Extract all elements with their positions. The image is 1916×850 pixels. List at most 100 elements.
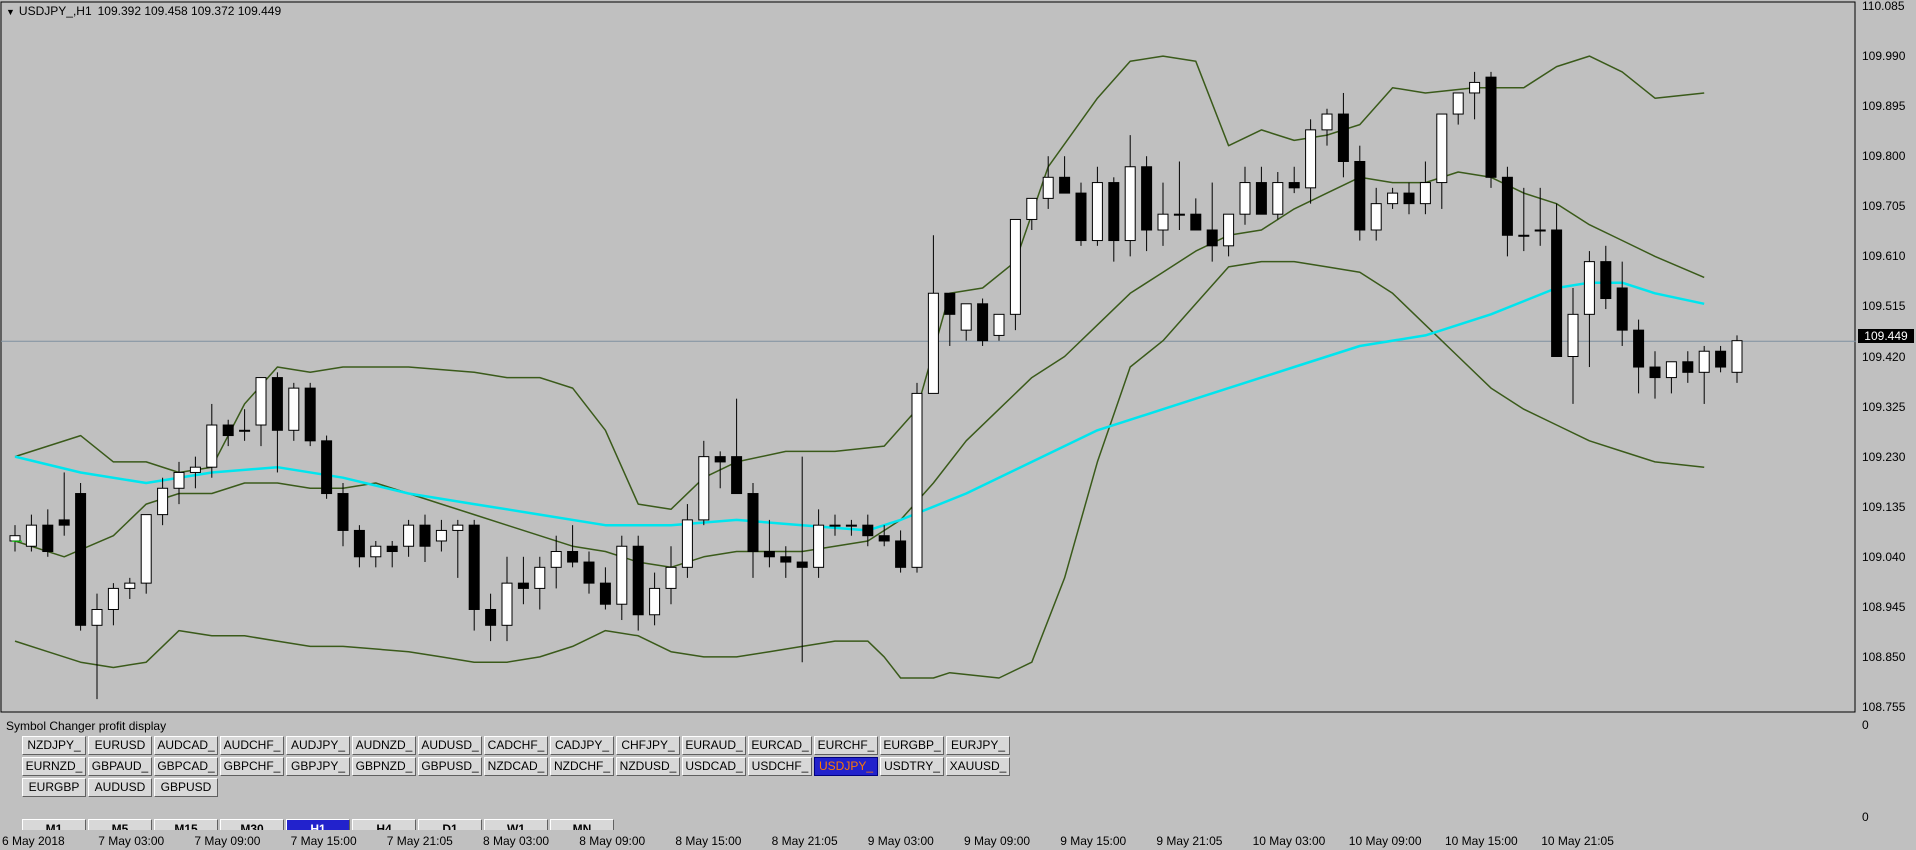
bull-candle — [1124, 166, 1136, 242]
symbol-button-audnzd[interactable]: AUDNZD_ — [352, 736, 416, 755]
symbol-button-gbpusd[interactable]: GBPUSD — [154, 778, 218, 797]
timeframe-button-h1[interactable]: H1 — [286, 819, 350, 830]
bull-candle — [370, 545, 382, 558]
chart-title: ▼ USDJPY_,H1 109.392 109.458 109.372 109.4… — [6, 4, 281, 18]
symbol-button-gbpjpy[interactable]: GBPJPY_ — [286, 757, 350, 776]
bear-candle — [419, 524, 431, 547]
bear-candle — [1354, 160, 1366, 231]
bull-candle — [1239, 182, 1251, 215]
symbol-button-gbpusd[interactable]: GBPUSD_ — [418, 757, 482, 776]
bull-candle — [616, 545, 628, 605]
symbol-button-audcad[interactable]: AUDCAD_ — [154, 736, 218, 755]
bull-candle — [9, 535, 21, 542]
time-tick-label: 9 May 09:00 — [964, 834, 1031, 848]
bear-candle — [42, 524, 54, 553]
timeframe-button-m15[interactable]: M15 — [154, 819, 218, 830]
price-tick-label: 109.420 — [1862, 349, 1906, 364]
symbol-changer-panel: Symbol Changer profit display NZDJPY_ EUR… — [0, 716, 1856, 830]
bear-candle — [714, 456, 726, 463]
time-tick-label: 7 May 15:00 — [290, 834, 357, 848]
symbol-button-usdchf[interactable]: USDCHF_ — [748, 757, 812, 776]
bear-candle — [1682, 361, 1694, 373]
time-tick-label: 8 May 21:05 — [771, 834, 838, 848]
bear-candle — [485, 608, 497, 626]
price-chart[interactable]: ▼ USDJPY_,H1 109.392 109.458 109.372 109.4… — [0, 0, 1916, 714]
symbol-button-usdtry[interactable]: USDTRY_ — [880, 757, 944, 776]
timeframe-button-m5[interactable]: M5 — [88, 819, 152, 830]
symbol-button-eurusd[interactable]: EURUSD — [88, 736, 152, 755]
symbol-button-audjpy[interactable]: AUDJPY_ — [286, 736, 350, 755]
bull-candle — [239, 429, 251, 432]
bear-candle — [567, 551, 579, 563]
symbol-button-eurchf[interactable]: EURCHF_ — [814, 736, 878, 755]
bull-candle — [288, 387, 300, 431]
timeframe-button-d1[interactable]: D1 — [418, 819, 482, 830]
bear-candle — [944, 292, 956, 315]
bull-candle — [1567, 313, 1579, 358]
symbol-button-gbpchf[interactable]: GBPCHF_ — [220, 757, 284, 776]
timeframe-button-m30[interactable]: M30 — [220, 819, 284, 830]
time-tick-label: 7 May 03:00 — [98, 834, 165, 848]
timeframe-button-m1[interactable]: M1 — [22, 819, 86, 830]
symbol-button-gbpnzd[interactable]: GBPNZD_ — [352, 757, 416, 776]
timeframe-button-h4[interactable]: H4 — [352, 819, 416, 830]
bear-candle — [796, 561, 808, 568]
bull-candle — [1042, 176, 1054, 199]
symbol-button-nzdchf[interactable]: NZDCHF_ — [550, 757, 614, 776]
bull-candle — [1698, 350, 1710, 373]
chart-canvas[interactable] — [0, 0, 1916, 714]
symbol-button-xauusd[interactable]: XAUUSD_ — [946, 757, 1010, 776]
bull-candle — [435, 529, 447, 542]
bear-candle — [304, 387, 316, 442]
time-tick-label: 10 May 09:00 — [1348, 834, 1422, 848]
bear-candle — [878, 535, 890, 542]
symbol-button-cadjpy[interactable]: CADJPY_ — [550, 736, 614, 755]
collapse-triangle-icon[interactable]: ▼ — [6, 7, 15, 17]
symbol-button-eurgbp[interactable]: EURGBP — [22, 778, 86, 797]
price-tick-label: 109.325 — [1862, 399, 1906, 414]
panel-clip: NZDJPY_ EURUSD AUDCAD_ AUDCHF_ AUDJPY_ AUDNZD… — [0, 716, 1856, 830]
symbol-button-eurjpy[interactable]: EURJPY_ — [946, 736, 1010, 755]
bull-candle — [107, 587, 119, 610]
bear-candle — [1108, 182, 1120, 242]
bull-candle — [1419, 182, 1431, 205]
bull-candle — [927, 292, 939, 394]
symbol-button-usdjpy[interactable]: USDJPY_ — [814, 757, 878, 776]
bear-candle — [977, 303, 989, 342]
symbol-button-gbpcad[interactable]: GBPCAD_ — [154, 757, 218, 776]
symbol-button-nzdjpy[interactable]: NZDJPY_ — [22, 736, 86, 755]
bull-candle — [698, 456, 710, 521]
bear-candle — [1551, 229, 1563, 357]
symbol-button-eurcad[interactable]: EURCAD_ — [748, 736, 812, 755]
bear-candle — [337, 493, 349, 531]
symbol-button-euraud[interactable]: EURAUD_ — [682, 736, 746, 755]
time-tick-label: 9 May 15:00 — [1060, 834, 1127, 848]
timeframe-button-w1[interactable]: W1 — [484, 819, 548, 830]
bull-candle — [960, 303, 972, 331]
time-tick-label: 6 May 2018 — [2, 834, 65, 848]
bear-candle — [1403, 192, 1415, 205]
time-tick-label: 8 May 03:00 — [483, 834, 550, 848]
symbol-button-nzdusd[interactable]: NZDUSD_ — [616, 757, 680, 776]
symbol-button-nzdcad[interactable]: NZDCAD_ — [484, 757, 548, 776]
price-tick-label: 109.895 — [1862, 99, 1906, 114]
symbol-button-gbpaud[interactable]: GBPAUD_ — [88, 757, 152, 776]
symbol-button-audusd[interactable]: AUDUSD_ — [418, 736, 482, 755]
price-tick-label: 108.945 — [1862, 599, 1906, 614]
bull-candle — [501, 582, 513, 626]
bull-candle — [403, 524, 415, 547]
time-tick-label: 9 May 03:00 — [867, 834, 934, 848]
symbol-button-usdcad[interactable]: USDCAD_ — [682, 757, 746, 776]
symbol-button-audusd[interactable]: AUDUSD — [88, 778, 152, 797]
bear-candle — [1715, 350, 1727, 368]
symbol-button-eurnzd[interactable]: EURNZD_ — [22, 757, 86, 776]
symbol-button-audchf[interactable]: AUDCHF_ — [220, 736, 284, 755]
bull-candle — [1305, 129, 1317, 189]
bull-candle — [1321, 113, 1333, 131]
timeframe-button-mn[interactable]: MN — [550, 819, 614, 830]
symbol-button-chfjpy[interactable]: CHFJPY_ — [616, 736, 680, 755]
bear-candle — [1649, 366, 1661, 379]
symbol-button-eurgbp[interactable]: EURGBP_ — [880, 736, 944, 755]
time-tick-label: 10 May 03:00 — [1252, 834, 1326, 848]
symbol-button-cadchf[interactable]: CADCHF_ — [484, 736, 548, 755]
